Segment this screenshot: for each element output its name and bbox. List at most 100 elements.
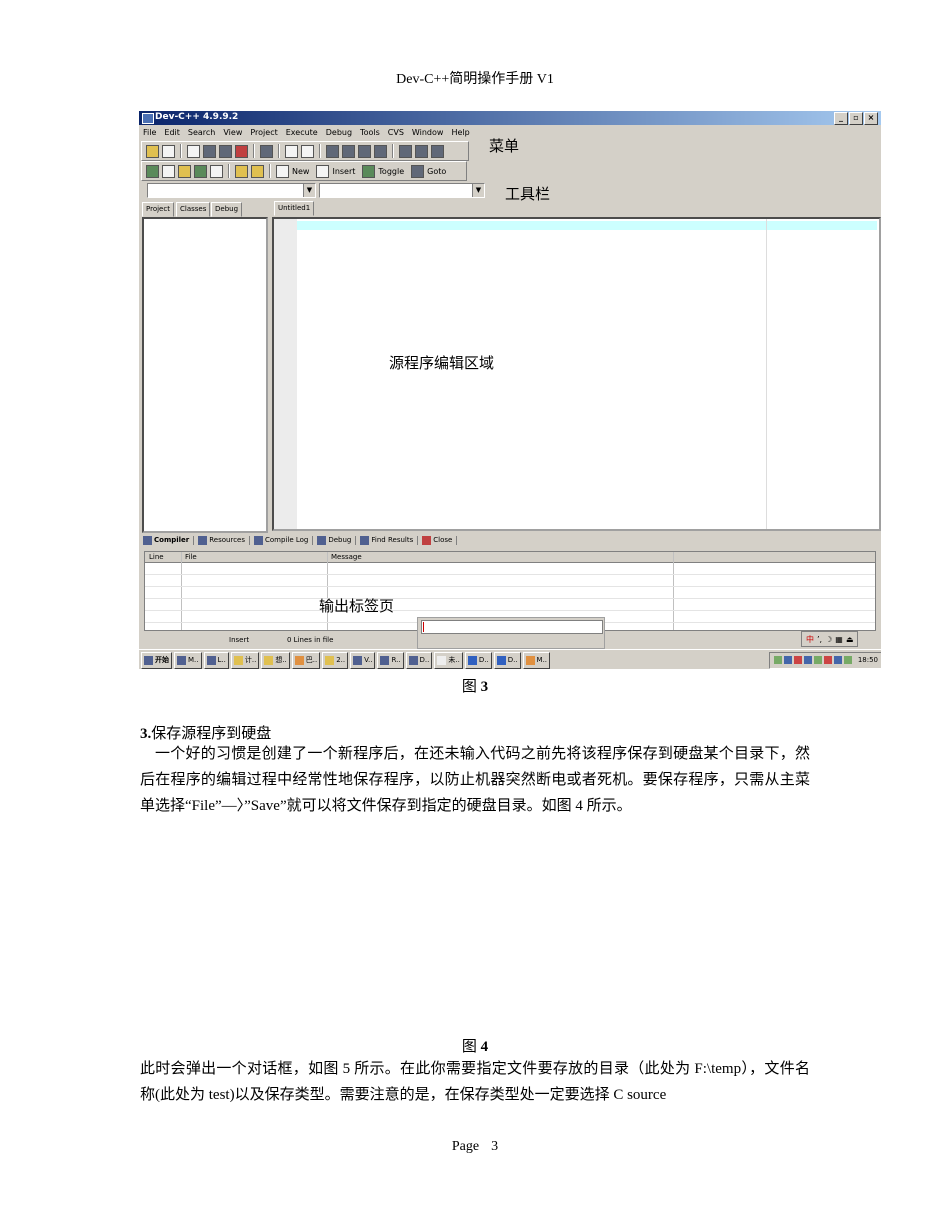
unindent-icon[interactable] (415, 144, 428, 158)
redo-icon[interactable] (301, 144, 314, 158)
col-message[interactable]: Message (331, 552, 362, 562)
check-icon[interactable] (210, 164, 223, 178)
tray-icon[interactable] (813, 656, 822, 664)
tab-project[interactable]: Project (142, 202, 174, 217)
taskbar-item[interactable]: R.. (377, 651, 404, 669)
col-line[interactable]: Line (149, 552, 164, 562)
tab-close[interactable]: Close (422, 535, 458, 545)
menu-window[interactable]: Window (412, 126, 444, 140)
maximize-button[interactable]: ▫ (849, 112, 863, 125)
taskbar-item[interactable]: V.. (350, 651, 376, 669)
tray-icon[interactable] (843, 656, 852, 664)
status-lines: 0 Lines in file (287, 636, 334, 644)
resources-icon (198, 535, 208, 545)
taskbar-item[interactable]: D.. (493, 651, 521, 669)
tray-icon[interactable] (833, 656, 842, 664)
goto-line-icon[interactable] (374, 144, 387, 158)
tray-icon[interactable] (773, 656, 782, 664)
moon-icon[interactable]: ☽ (825, 635, 832, 644)
run-icon[interactable] (162, 164, 175, 178)
eject-icon[interactable]: ⏏ (846, 635, 854, 644)
clipboard-icon[interactable] (162, 144, 175, 158)
new-file-icon[interactable] (187, 144, 200, 158)
indent-icon[interactable] (399, 144, 412, 158)
chart-icon (254, 535, 263, 545)
tab-untitled1[interactable]: Untitled1 (274, 201, 315, 216)
rebuild-icon[interactable] (194, 164, 207, 178)
help-icon[interactable] (235, 164, 248, 178)
tab-compile-log[interactable]: Compile Log (254, 535, 314, 545)
find-next-icon[interactable] (358, 144, 371, 158)
save-icon[interactable] (203, 144, 216, 158)
menu-view[interactable]: View (223, 126, 242, 140)
tray-icon[interactable] (803, 656, 812, 664)
tab-resources[interactable]: Resources (198, 535, 250, 545)
main-toolbar (141, 141, 469, 161)
undo-icon[interactable] (285, 144, 298, 158)
check-icon (317, 535, 327, 545)
keyboard-icon[interactable]: ▦ (835, 635, 843, 644)
menu-debug[interactable]: Debug (326, 126, 352, 140)
tray-icon[interactable] (783, 656, 792, 664)
member-combo[interactable]: ▼ (319, 183, 485, 198)
menu-file[interactable]: File (143, 126, 156, 140)
menu-cvs[interactable]: CVS (388, 126, 404, 140)
replace-icon[interactable] (342, 144, 355, 158)
punct-icon[interactable]: ’, (817, 635, 822, 644)
about-icon[interactable] (251, 164, 264, 178)
insert-button[interactable]: Insert (332, 167, 355, 176)
chevron-down-icon[interactable]: ▼ (303, 184, 315, 197)
project-panel[interactable] (142, 217, 268, 533)
taskbar-item[interactable]: D.. (464, 651, 492, 669)
ime-toolbar[interactable]: 中 ’, ☽ ▦ ⏏ (801, 631, 859, 647)
taskbar-item[interactable]: 未.. (434, 651, 463, 669)
close-button[interactable]: × (864, 112, 878, 125)
menu-search[interactable]: Search (188, 126, 215, 140)
menu-tools[interactable]: Tools (360, 126, 380, 140)
taskbar-item[interactable]: 2.. (322, 651, 349, 669)
compile-run-icon[interactable] (178, 164, 191, 178)
annotation-menu: 菜单 (489, 137, 520, 155)
popup-text-field[interactable] (421, 620, 603, 634)
tray-icon[interactable] (793, 656, 802, 664)
minimize-button[interactable]: _ (834, 112, 848, 125)
status-bar: Insert 0 Lines in file (139, 634, 881, 647)
tab-debug[interactable]: Debug (211, 202, 243, 217)
tray-icon[interactable] (823, 656, 832, 664)
annotation-editor: 源程序编辑区域 (389, 354, 495, 372)
tab-compiler[interactable]: Compiler (143, 535, 195, 545)
start-button[interactable]: 开始 (141, 651, 172, 669)
toggle-button[interactable]: Toggle (378, 167, 404, 176)
toggle-icon[interactable] (431, 144, 444, 158)
editor-area[interactable] (272, 217, 881, 531)
find-icon[interactable] (326, 144, 339, 158)
print-icon[interactable] (260, 144, 273, 158)
menu-help[interactable]: Help (451, 126, 469, 140)
tab-classes[interactable]: Classes (176, 202, 211, 217)
status-mode: Insert (229, 636, 250, 644)
compile-icon[interactable] (146, 164, 159, 178)
chevron-down-icon[interactable]: ▼ (472, 184, 484, 197)
taskbar-item[interactable]: L.. (203, 651, 229, 669)
ime-icon[interactable]: 中 (806, 634, 814, 645)
secondary-toolbar: New Insert Toggle Goto (141, 161, 467, 181)
menu-execute[interactable]: Execute (286, 126, 318, 140)
tab-debug-output[interactable]: Debug (317, 535, 357, 545)
tab-find-results[interactable]: Find Results (360, 535, 419, 545)
taskbar-item[interactable]: 计.. (230, 651, 260, 669)
col-file[interactable]: File (185, 552, 197, 562)
taskbar-item[interactable]: M.. (522, 651, 551, 669)
open-project-icon[interactable] (146, 144, 159, 158)
new-button[interactable]: New (292, 167, 309, 176)
close-file-icon[interactable] (235, 144, 248, 158)
goto-button[interactable]: Goto (427, 167, 446, 176)
menu-edit[interactable]: Edit (164, 126, 180, 140)
taskbar-item[interactable]: D.. (405, 651, 433, 669)
save-all-icon[interactable] (219, 144, 232, 158)
class-combo[interactable]: ▼ (147, 183, 316, 198)
taskbar-item[interactable]: 想.. (261, 651, 290, 669)
system-tray: 18:50 (768, 651, 881, 669)
taskbar-item[interactable]: M.. (174, 651, 202, 669)
menu-project[interactable]: Project (250, 126, 277, 140)
taskbar-item[interactable]: 巴.. (291, 651, 321, 669)
